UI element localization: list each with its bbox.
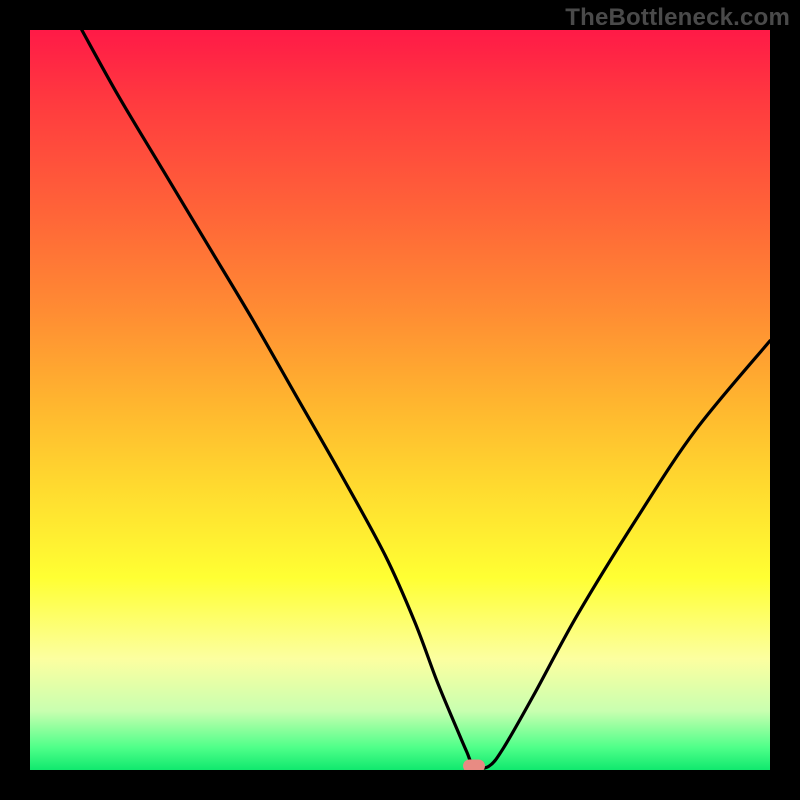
- chart-frame: TheBottleneck.com: [0, 0, 800, 800]
- bottleneck-curve: [30, 30, 770, 770]
- watermark-text: TheBottleneck.com: [565, 4, 790, 32]
- plot-area: [30, 30, 770, 770]
- optimal-marker: [463, 760, 485, 770]
